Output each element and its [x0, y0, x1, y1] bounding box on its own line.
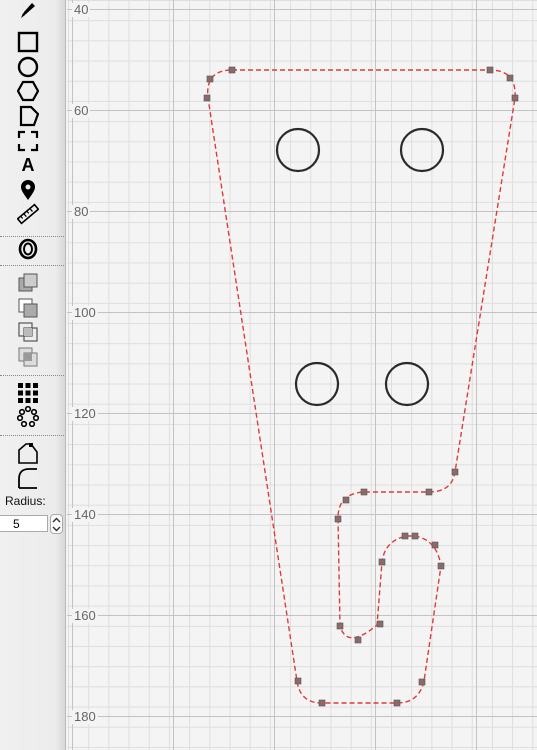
- path-node[interactable]: [336, 622, 344, 630]
- chevron-down-icon[interactable]: [52, 526, 61, 532]
- exclude-icon[interactable]: [16, 345, 40, 369]
- text-tool-label: A: [21, 154, 35, 175]
- chevron-up-icon[interactable]: [52, 517, 61, 523]
- mounting-holes: [275, 127, 445, 407]
- fillet-icon[interactable]: [16, 466, 40, 490]
- toolbar: A Radius:: [0, 0, 66, 750]
- dashed-rect-icon[interactable]: [16, 129, 40, 153]
- hole[interactable]: [275, 127, 321, 173]
- rectangle-icon[interactable]: [16, 30, 40, 54]
- circle-icon[interactable]: [16, 55, 40, 79]
- hole[interactable]: [384, 361, 430, 407]
- path-node[interactable]: [378, 558, 386, 566]
- path-node[interactable]: [318, 699, 326, 707]
- radius-input[interactable]: [0, 515, 48, 532]
- drawing-layer: [203, 66, 519, 707]
- path-nodes: [203, 66, 519, 707]
- path-node[interactable]: [511, 94, 519, 102]
- subtract-icon[interactable]: [16, 296, 40, 320]
- path-node[interactable]: [354, 636, 362, 644]
- design-canvas[interactable]: 40 60 80 100 120 140 160 180: [67, 0, 537, 750]
- radius-stepper[interactable]: [50, 514, 63, 534]
- pencil-icon[interactable]: [16, 0, 40, 20]
- path-node[interactable]: [425, 488, 433, 496]
- path-node[interactable]: [334, 515, 342, 523]
- hole[interactable]: [399, 127, 445, 173]
- map-pin-icon[interactable]: [16, 178, 40, 202]
- pentagon-icon[interactable]: [16, 104, 40, 128]
- radius-label: Radius:: [5, 494, 46, 508]
- path-node[interactable]: [418, 678, 426, 686]
- path-node[interactable]: [342, 496, 350, 504]
- outline-path[interactable]: [207, 69, 516, 704]
- path-node[interactable]: [360, 488, 368, 496]
- hexagon-icon[interactable]: [16, 79, 40, 103]
- text-icon[interactable]: A: [16, 153, 40, 177]
- chamfer-icon[interactable]: [16, 441, 40, 465]
- path-node[interactable]: [294, 677, 302, 685]
- path-node[interactable]: [393, 699, 401, 707]
- path-node[interactable]: [401, 532, 409, 540]
- path-node[interactable]: [376, 620, 384, 628]
- intersect-icon[interactable]: [16, 320, 40, 344]
- path-node[interactable]: [451, 468, 459, 476]
- offset-icon[interactable]: [16, 237, 40, 261]
- toolbar-separator: [0, 375, 64, 376]
- hole[interactable]: [294, 361, 340, 407]
- path-node[interactable]: [437, 562, 445, 570]
- path-node[interactable]: [431, 541, 439, 549]
- grid-array-icon[interactable]: [16, 381, 40, 405]
- path-node[interactable]: [411, 532, 419, 540]
- path-node[interactable]: [486, 66, 494, 74]
- path-node[interactable]: [203, 94, 211, 102]
- union-icon[interactable]: [16, 271, 40, 295]
- toolbar-separator: [0, 435, 64, 436]
- toolbar-separator: [0, 265, 64, 266]
- path-node[interactable]: [228, 66, 236, 74]
- path-node[interactable]: [506, 74, 514, 82]
- ruler-icon[interactable]: [16, 202, 40, 226]
- path-node[interactable]: [206, 75, 214, 83]
- circular-array-icon[interactable]: [16, 405, 40, 429]
